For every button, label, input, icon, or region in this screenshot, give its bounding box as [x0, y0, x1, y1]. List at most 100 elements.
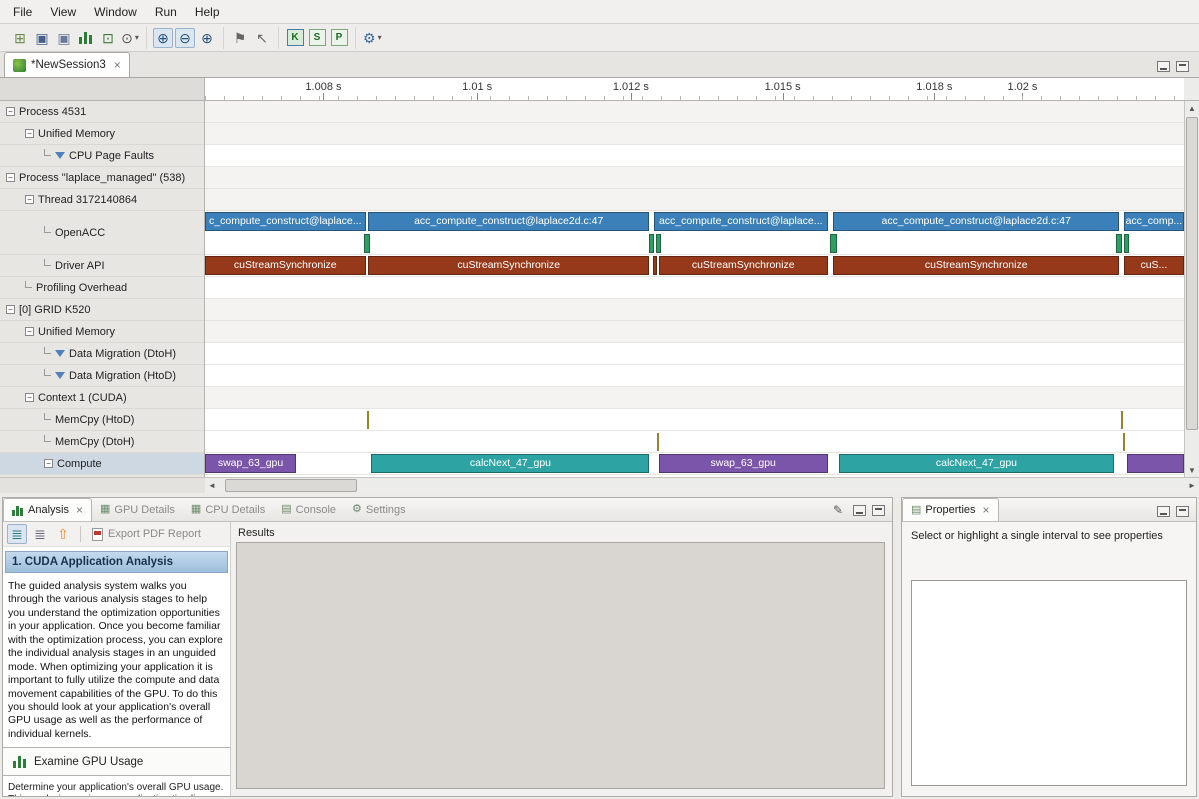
horizontal-scrollbar[interactable]: ◄ ► [205, 477, 1199, 493]
tree-item-profiling-overhead[interactable]: Profiling Overhead [0, 277, 204, 299]
promote-results-icon[interactable]: ⇧ [53, 524, 73, 544]
close-icon[interactable]: × [983, 503, 990, 517]
kernel-toggle-button[interactable]: K [285, 28, 305, 48]
tree-item-unified-memory[interactable]: −Unified Memory [0, 321, 204, 343]
menu-run[interactable]: Run [146, 2, 186, 22]
maximize-icon[interactable] [872, 505, 885, 516]
scroll-up-icon[interactable]: ▲ [1185, 101, 1199, 115]
unguided-analysis-icon[interactable]: ≣ [30, 524, 50, 544]
session-tab[interactable]: *NewSession3 × [4, 52, 130, 77]
minimize-icon[interactable] [1157, 61, 1170, 72]
interval-acc-comp[interactable]: acc_comp... [1124, 212, 1184, 231]
export-icon[interactable]: ⊡ [98, 28, 118, 48]
tree-item-compute[interactable]: −Compute [0, 453, 204, 475]
interval-custreamsynchronize[interactable]: cuStreamSynchronize [205, 256, 366, 275]
guided-analysis-icon[interactable]: ≣ [7, 524, 27, 544]
interval-c-compute-construct-laplace[interactable]: c_compute_construct@laplace... [205, 212, 366, 231]
interval-calcnext-47-gpu[interactable]: calcNext_47_gpu [371, 454, 649, 473]
collapse-icon[interactable]: − [6, 173, 15, 182]
view-menu-icon[interactable]: ✎ [833, 503, 843, 517]
close-icon[interactable]: × [114, 58, 121, 72]
interval-wait[interactable] [656, 234, 661, 253]
new-session-icon[interactable]: ⊞ [10, 28, 30, 48]
memcpy-interval[interactable] [657, 433, 659, 451]
tab-console[interactable]: ▤Console [273, 498, 344, 521]
collapse-icon[interactable]: − [25, 129, 34, 138]
tree-item-memcpy-dtoh[interactable]: MemCpy (DtoH) [0, 431, 204, 453]
tree-item-unified-memory[interactable]: −Unified Memory [0, 123, 204, 145]
tab-settings[interactable]: ⚙Settings [344, 498, 414, 521]
tab-properties[interactable]: ▤ Properties × [902, 498, 999, 521]
interval-wait[interactable] [1116, 234, 1122, 253]
tree-item-thread-3172140864[interactable]: −Thread 3172140864 [0, 189, 204, 211]
tree-item-process-laplace-managed-538[interactable]: −Process "laplace_managed" (538) [0, 167, 204, 189]
tree-item-data-migration-dtoh[interactable]: Data Migration (DtoH) [0, 343, 204, 365]
collapse-icon[interactable]: − [6, 305, 15, 314]
interval-wait[interactable] [364, 234, 371, 253]
collapse-icon[interactable]: − [6, 107, 15, 116]
interval-calcnext-47-gpu[interactable]: calcNext_47_gpu [839, 454, 1113, 473]
interval-acc-compute-construct-laplace2d-c-47[interactable]: acc_compute_construct@laplace2d.c:47 [833, 212, 1119, 231]
minimize-icon[interactable] [1157, 506, 1170, 517]
analysis-menu-icon[interactable]: ⚙▾ [362, 28, 383, 48]
tree-item-0-grid-k520[interactable]: −[0] GRID K520 [0, 299, 204, 321]
interval-wait[interactable] [649, 234, 654, 253]
vscroll-thumb[interactable] [1186, 117, 1198, 430]
menu-view[interactable]: View [41, 2, 85, 22]
process-toggle-button[interactable]: P [329, 28, 349, 48]
tree-item-driver-api[interactable]: Driver API [0, 255, 204, 277]
interval-wait[interactable] [1124, 234, 1129, 253]
minimize-icon[interactable] [853, 505, 866, 516]
memcpy-interval[interactable] [1123, 433, 1125, 451]
scroll-right-icon[interactable]: ► [1185, 481, 1199, 490]
scroll-left-icon[interactable]: ◄ [205, 481, 219, 490]
menu-file[interactable]: File [4, 2, 41, 22]
interval-swap-63-gpu[interactable]: swap_63_gpu [659, 454, 828, 473]
export-pdf-button[interactable]: Export PDF Report [88, 526, 205, 543]
menu-help[interactable]: Help [186, 2, 229, 22]
marker-flag-icon[interactable]: ⚑ [230, 28, 250, 48]
interval-custreamsynchronize[interactable]: cuStreamSynchronize [833, 256, 1119, 275]
tree-item-memcpy-htod[interactable]: MemCpy (HtoD) [0, 409, 204, 431]
tab-cpu-details[interactable]: ▦CPU Details [183, 498, 273, 521]
tab-gpu-details[interactable]: ▦GPU Details [92, 498, 183, 521]
zoom-out-icon[interactable]: ⊖ [175, 28, 195, 48]
stream-toggle-button[interactable]: S [307, 28, 327, 48]
close-icon[interactable]: × [76, 503, 83, 517]
hscroll-thumb[interactable] [225, 479, 357, 492]
scroll-down-icon[interactable]: ▼ [1185, 463, 1199, 477]
interval-custreamsynchronize[interactable]: cuStreamSynchronize [368, 256, 649, 275]
tree-item-cpu-page-faults[interactable]: CPU Page Faults [0, 145, 204, 167]
timeline-chart-icon[interactable] [76, 28, 96, 48]
maximize-icon[interactable] [1176, 61, 1189, 72]
memcpy-interval[interactable] [367, 411, 369, 429]
zoom-fit-icon[interactable]: ⊕ [197, 28, 217, 48]
tree-item-openacc[interactable]: OpenACC [0, 211, 204, 255]
tree-item-data-migration-htod[interactable]: Data Migration (HtoD) [0, 365, 204, 387]
interval-acc-compute-construct-laplace2d-c-47[interactable]: acc_compute_construct@laplace2d.c:47 [368, 212, 649, 231]
collapse-icon[interactable]: − [25, 393, 34, 402]
tab-analysis[interactable]: Analysis× [3, 498, 92, 521]
interval-driver[interactable] [653, 256, 657, 275]
select-arrow-icon[interactable]: ↖ [252, 28, 272, 48]
interval-swap-63-gpu[interactable]: swap_63_gpu [205, 454, 296, 473]
collapse-icon[interactable]: − [25, 195, 34, 204]
collapse-icon[interactable]: − [25, 327, 34, 336]
interval-wait[interactable] [830, 234, 838, 253]
interval-acc-compute-construct-laplace[interactable]: acc_compute_construct@laplace... [654, 212, 828, 231]
search-settings-icon[interactable]: ⊙▾ [120, 28, 140, 48]
examine-gpu-usage-button[interactable]: Examine GPU Usage [3, 747, 230, 776]
menu-window[interactable]: Window [85, 2, 146, 22]
maximize-icon[interactable] [1176, 506, 1189, 517]
zoom-in-icon[interactable]: ⊕ [153, 28, 173, 48]
interval-cus[interactable]: cuS... [1124, 256, 1184, 275]
interval-custreamsynchronize[interactable]: cuStreamSynchronize [659, 256, 828, 275]
save-all-icon[interactable]: ▣ [54, 28, 74, 48]
tree-item-process-4531[interactable]: −Process 4531 [0, 101, 204, 123]
memcpy-interval[interactable] [1121, 411, 1123, 429]
vertical-scrollbar[interactable]: ▲ ▼ [1184, 101, 1199, 477]
collapse-icon[interactable]: − [44, 459, 53, 468]
save-session-icon[interactable]: ▣ [32, 28, 52, 48]
tree-item-context-1-cuda[interactable]: −Context 1 (CUDA) [0, 387, 204, 409]
interval-swap[interactable] [1127, 454, 1184, 473]
